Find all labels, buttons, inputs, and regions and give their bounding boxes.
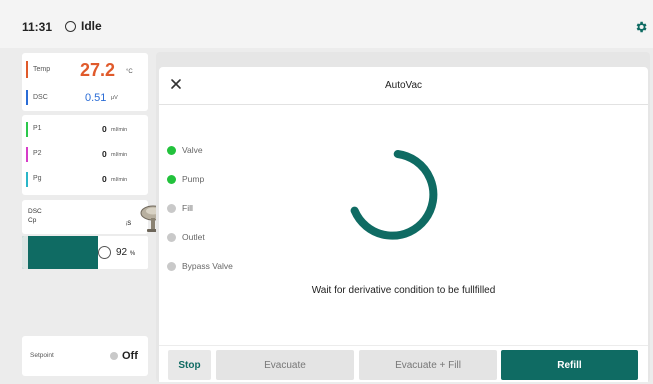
temp-unit: °C bbox=[126, 69, 133, 75]
evacuate-button[interactable]: Evacuate bbox=[216, 350, 354, 380]
stop-button[interactable]: Stop bbox=[168, 350, 211, 380]
indicator-bypass-valve-dot bbox=[167, 261, 176, 271]
clock: 11:31 bbox=[22, 20, 53, 34]
progress-value-wrap: 92 % bbox=[116, 247, 135, 258]
indicator-fill-label: Fill bbox=[182, 203, 193, 213]
pg-label: Pg bbox=[33, 175, 42, 182]
indicator-bypass-valve-label: Bypass Valve bbox=[182, 261, 233, 271]
status-message: Wait for derivative condition to be full… bbox=[311, 285, 496, 296]
dsc-color-bar bbox=[26, 90, 28, 105]
evacuate-fill-button[interactable]: Evacuate + Fill bbox=[359, 350, 497, 380]
p1-value: 0 bbox=[102, 124, 107, 134]
loading-spinner-icon bbox=[350, 150, 438, 240]
sensor-row-dsc[interactable]: DSC 0.51 μV bbox=[22, 87, 148, 109]
indicator-valve-dot bbox=[167, 145, 176, 155]
indicator-pump-dot bbox=[167, 174, 176, 184]
p2-unit: ml/min bbox=[111, 152, 128, 158]
dsc-cp-indicator: ᵢs bbox=[126, 218, 132, 227]
p1-unit: ml/min bbox=[111, 127, 128, 133]
p1-color-bar bbox=[26, 122, 28, 137]
sensor-row-p1[interactable]: P1 0 ml/min bbox=[22, 119, 148, 141]
dialog-footer: Stop Evacuate Evacuate + Fill Refill bbox=[159, 345, 648, 382]
sensor-row-p2[interactable]: P2 0 ml/min bbox=[22, 144, 148, 166]
temp-value: 27.2 bbox=[80, 60, 116, 80]
progress-unit: % bbox=[129, 251, 136, 257]
dsc-cp-card[interactable]: DSC Cp ᵢs bbox=[22, 200, 166, 234]
sensor-row-pg[interactable]: Pg 0 ml/min bbox=[22, 169, 148, 191]
sensor-row-temp[interactable]: Temp 27.2 °C bbox=[22, 57, 148, 83]
gear-icon[interactable] bbox=[634, 20, 648, 34]
p1-label: P1 bbox=[33, 125, 42, 132]
setpoint-status-dot bbox=[110, 352, 118, 360]
p2-label: P2 bbox=[33, 150, 42, 157]
setpoint-value: Off bbox=[122, 350, 138, 362]
p2-color-bar bbox=[26, 147, 28, 162]
pg-unit: ml/min bbox=[111, 177, 128, 183]
temp-label: Temp bbox=[33, 66, 51, 73]
dsc-label: DSC bbox=[33, 94, 48, 101]
indicator-valve: Valve bbox=[167, 144, 203, 156]
dsc-unit: μV bbox=[111, 95, 118, 101]
indicator-fill-dot bbox=[167, 203, 176, 213]
status-ring-icon bbox=[65, 20, 76, 32]
dsc-cp-label-dsc: DSC bbox=[28, 208, 42, 215]
indicator-outlet: Outlet bbox=[167, 231, 205, 243]
autovac-dialog: AutoVac Valve Pump Fill Outlet Bypass Va… bbox=[159, 67, 648, 382]
refill-button[interactable]: Refill bbox=[501, 350, 638, 380]
progress-value: 92 bbox=[116, 247, 128, 258]
progress-fill bbox=[22, 236, 98, 269]
dialog-header: AutoVac bbox=[159, 67, 648, 105]
temp-color-bar bbox=[26, 61, 28, 78]
sensor-card-flows: P1 0 ml/min P2 0 ml/min Pg 0 ml/min bbox=[22, 115, 148, 195]
pg-color-bar bbox=[26, 172, 28, 187]
top-bar: 11:31 Idle bbox=[0, 0, 653, 48]
indicator-bypass-valve: Bypass Valve bbox=[167, 260, 233, 272]
dsc-cp-label-cp: Cp bbox=[28, 217, 37, 224]
status-text: Idle bbox=[81, 19, 102, 33]
indicator-outlet-label: Outlet bbox=[182, 232, 205, 242]
dsc-value: 0.51 bbox=[85, 92, 107, 104]
dialog-title: AutoVac bbox=[384, 80, 423, 91]
setpoint-label: Setpoint bbox=[30, 352, 54, 359]
gauge-icon bbox=[98, 246, 111, 259]
pg-value: 0 bbox=[102, 174, 107, 184]
indicator-valve-label: Valve bbox=[182, 145, 203, 155]
indicator-fill: Fill bbox=[167, 202, 193, 214]
indicator-outlet-dot bbox=[167, 232, 176, 242]
indicator-pump-label: Pump bbox=[182, 174, 205, 184]
progress-card: 92 % bbox=[22, 236, 148, 269]
indicator-pump: Pump bbox=[167, 173, 204, 185]
sensor-card-temp-dsc: Temp 27.2 °C DSC 0.51 μV bbox=[22, 53, 148, 111]
status-indicator: Idle bbox=[65, 19, 102, 33]
progress-edge bbox=[22, 236, 28, 269]
p2-value: 0 bbox=[102, 149, 107, 159]
setpoint-card[interactable]: Setpoint Off bbox=[22, 336, 148, 376]
